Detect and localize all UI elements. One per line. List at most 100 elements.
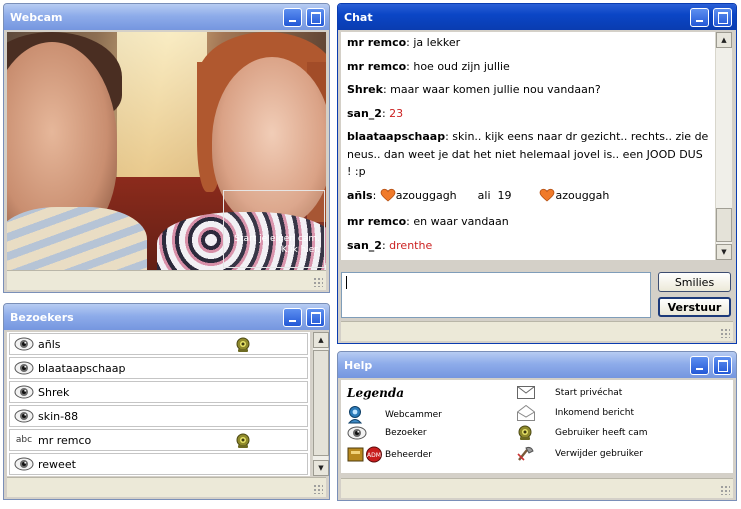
- chat-message: mr remco: en waar vandaan: [347, 215, 509, 228]
- chat-username[interactable]: san_2: [347, 239, 382, 252]
- start-own-cam-button[interactable]: Start je eigen cam. Klik hier.: [223, 190, 325, 268]
- visitor-name: skin-88: [38, 409, 79, 423]
- visitor-item[interactable]: Shrek: [9, 381, 308, 403]
- help-title: Help: [344, 358, 373, 372]
- visitors-titlebar[interactable]: Bezoekers: [4, 304, 329, 330]
- overlay-line-2: Klik hier.: [281, 245, 320, 255]
- scroll-down-icon[interactable]: ▼: [313, 460, 329, 476]
- visitors-title: Bezoekers: [10, 310, 74, 324]
- chat-text: azouggagh: [395, 188, 457, 202]
- resize-grip-icon[interactable]: [313, 277, 323, 287]
- maximize-button[interactable]: [306, 308, 325, 327]
- chat-message: mr remco: ja lekker: [347, 36, 461, 49]
- remove-user-icon: [517, 446, 555, 462]
- chat-text: hoe oud zijn jullie: [413, 59, 510, 73]
- eye-icon: [347, 426, 385, 440]
- maximize-button[interactable]: [713, 356, 732, 375]
- webcam-titlebar[interactable]: Webcam: [4, 4, 329, 30]
- chat-scrollbar[interactable]: ▲ ▼: [715, 32, 732, 260]
- chat-panel: Chat mr remco: ja lekker mr remco: hoe o…: [337, 3, 737, 344]
- legend-label: Beheerder: [385, 449, 432, 460]
- chat-message: Shrek: maar waar komen jullie nou vandaa…: [347, 83, 601, 96]
- cam-icon[interactable]: [235, 433, 251, 452]
- chat-text: drenthe: [389, 238, 433, 252]
- visitors-panel: Bezoekers añls blaataapschaap Shrek skin…: [3, 303, 330, 500]
- chat-log: mr remco: ja lekker mr remco: hoe oud zi…: [341, 32, 715, 260]
- envelope-icon: [517, 386, 555, 399]
- minimize-button[interactable]: [283, 8, 302, 27]
- legend-item: Bezoeker: [347, 426, 427, 440]
- webcam-video: Start je eigen cam. Klik hier.: [7, 32, 326, 272]
- admin-icon: ADM: [347, 446, 385, 463]
- scroll-thumb[interactable]: [716, 208, 732, 242]
- visitor-list: añls blaataapschaap Shrek skin-88 abc mr…: [7, 332, 310, 476]
- chat-username[interactable]: mr remco: [347, 60, 406, 73]
- visitor-item[interactable]: reweet: [9, 453, 308, 475]
- legend-label: Bezoeker: [385, 428, 427, 438]
- visitor-name: blaataapschaap: [38, 361, 126, 375]
- legend-label: Start privéchat: [555, 387, 623, 398]
- help-statusbar: [341, 478, 733, 498]
- legend-item: Inkomend bericht: [517, 405, 634, 421]
- chat-username[interactable]: mr remco: [347, 36, 406, 49]
- legend-item: Verwijder gebruiker: [517, 446, 643, 462]
- resize-grip-icon[interactable]: [720, 328, 730, 338]
- cam-icon[interactable]: [235, 337, 251, 356]
- chat-message: añls: azouggagh ali 19 azouggah: [347, 187, 709, 208]
- cam-icon: [517, 425, 555, 441]
- legend-label: Webcammer: [385, 410, 442, 420]
- chat-text: maar waar komen jullie nou vandaan?: [390, 83, 601, 96]
- svg-text:ADM: ADM: [367, 452, 381, 459]
- maximize-button[interactable]: [306, 8, 325, 27]
- visitor-name: añls: [38, 337, 61, 351]
- visitor-scrollbar[interactable]: ▲ ▼: [312, 332, 329, 476]
- chat-message: san_2: 23: [347, 106, 404, 120]
- chat-username[interactable]: san_2: [347, 107, 382, 120]
- visitor-name: reweet: [38, 457, 76, 471]
- eye-icon: [10, 361, 38, 375]
- chat-text: ja lekker: [413, 36, 461, 49]
- chat-text: ali 19: [477, 188, 512, 202]
- send-button[interactable]: Verstuur: [658, 297, 731, 317]
- chat-username[interactable]: añls: [347, 189, 373, 202]
- visitor-item[interactable]: skin-88: [9, 405, 308, 427]
- minimize-button[interactable]: [283, 308, 302, 327]
- resize-grip-icon[interactable]: [720, 485, 730, 495]
- maximize-button[interactable]: [713, 8, 732, 27]
- abc-icon: abc: [15, 435, 33, 445]
- open-envelope-icon: [517, 405, 555, 421]
- legend-label: Gebruiker heeft cam: [555, 428, 648, 438]
- scroll-thumb[interactable]: [313, 350, 329, 456]
- chat-username[interactable]: mr remco: [347, 215, 406, 228]
- chat-text: azouggah: [555, 188, 610, 202]
- scroll-down-icon[interactable]: ▼: [716, 244, 732, 260]
- scroll-up-icon[interactable]: ▲: [716, 32, 732, 48]
- eye-icon: [10, 457, 38, 471]
- visitor-item[interactable]: blaataapschaap: [9, 357, 308, 379]
- webcam-panel: Webcam Start je eigen cam. Klik hier.: [3, 3, 330, 293]
- visitor-item[interactable]: añls: [9, 333, 308, 355]
- chat-text: en waar vandaan: [413, 215, 509, 228]
- resize-grip-icon[interactable]: [313, 484, 323, 494]
- legend-item: ADM Beheerder: [347, 446, 432, 463]
- chat-titlebar[interactable]: Chat: [338, 4, 736, 30]
- chat-message: san_2: drenthe: [347, 238, 433, 252]
- scroll-up-icon[interactable]: ▲: [313, 332, 329, 348]
- chat-title: Chat: [344, 10, 373, 24]
- webcammer-icon: [347, 406, 385, 424]
- visitor-item[interactable]: abc mr remco: [9, 429, 308, 451]
- eye-icon: [10, 409, 38, 423]
- chat-username[interactable]: Shrek: [347, 83, 383, 96]
- chat-username[interactable]: blaataapschaap: [347, 130, 445, 143]
- minimize-button[interactable]: [690, 8, 709, 27]
- text-caret: [346, 276, 347, 289]
- help-titlebar[interactable]: Help: [338, 352, 736, 378]
- minimize-button[interactable]: [690, 356, 709, 375]
- legend-title: Legenda: [347, 386, 404, 400]
- chat-input[interactable]: [341, 272, 651, 318]
- smilies-button[interactable]: Smilies: [658, 272, 731, 292]
- visitor-name: mr remco: [38, 433, 92, 447]
- chat-text: 23: [389, 106, 404, 120]
- overlay-line-1: Start je eigen cam.: [234, 234, 320, 244]
- chat-message: blaataapschaap: skin.. kijk eens naar dr…: [347, 130, 709, 178]
